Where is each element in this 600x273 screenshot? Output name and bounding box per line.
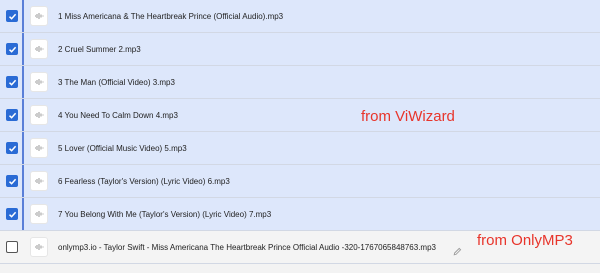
selection-bar bbox=[22, 66, 24, 98]
checkmark-icon bbox=[8, 145, 16, 152]
file-row[interactable]: 5 Lover (Official Music Video) 5.mp3 bbox=[0, 132, 600, 165]
file-name: 1 Miss Americana & The Heartbreak Prince… bbox=[58, 12, 284, 21]
file-name: onlymp3.io - Taylor Swift - Miss America… bbox=[58, 243, 436, 252]
audio-file-icon bbox=[31, 205, 47, 223]
row-checkbox[interactable] bbox=[6, 76, 18, 88]
file-row[interactable]: 2 Cruel Summer 2.mp3 bbox=[0, 33, 600, 66]
annotation-from-onlymp3: from OnlyMP3 bbox=[477, 232, 573, 249]
row-checkbox[interactable] bbox=[6, 10, 18, 22]
audio-file-icon bbox=[31, 7, 47, 25]
file-list: 1 Miss Americana & The Heartbreak Prince… bbox=[0, 0, 600, 264]
file-name: 4 You Need To Calm Down 4.mp3 bbox=[58, 111, 178, 120]
row-checkbox[interactable] bbox=[6, 208, 18, 220]
row-checkbox[interactable] bbox=[6, 175, 18, 187]
audio-file-icon bbox=[31, 73, 47, 91]
checkmark-icon bbox=[8, 79, 16, 86]
annotation-from-viwizard: from ViWizard bbox=[361, 108, 455, 125]
file-row[interactable]: 4 You Need To Calm Down 4.mp3 bbox=[0, 99, 600, 132]
selection-bar bbox=[22, 165, 24, 197]
file-name: 5 Lover (Official Music Video) 5.mp3 bbox=[58, 144, 187, 153]
audio-file-icon bbox=[31, 238, 47, 256]
checkmark-icon bbox=[8, 112, 16, 119]
checkmark-icon bbox=[8, 46, 16, 53]
selection-bar bbox=[22, 33, 24, 65]
row-checkbox[interactable] bbox=[6, 142, 18, 154]
selection-bar bbox=[22, 99, 24, 131]
rename-pencil-icon[interactable] bbox=[453, 243, 462, 261]
audio-file-icon bbox=[31, 172, 47, 190]
checkmark-icon bbox=[8, 13, 16, 20]
row-checkbox[interactable] bbox=[6, 241, 18, 253]
row-checkbox[interactable] bbox=[6, 109, 18, 121]
audio-file-icon bbox=[31, 106, 47, 124]
file-name: 3 The Man (Official Video) 3.mp3 bbox=[58, 78, 175, 87]
file-row[interactable]: 7 You Belong With Me (Taylor's Version) … bbox=[0, 198, 600, 231]
file-row[interactable]: 6 Fearless (Taylor's Version) (Lyric Vid… bbox=[0, 165, 600, 198]
file-name: 2 Cruel Summer 2.mp3 bbox=[58, 45, 141, 54]
audio-file-icon bbox=[31, 139, 47, 157]
selection-bar bbox=[22, 132, 24, 164]
checkmark-icon bbox=[8, 211, 16, 218]
row-checkbox[interactable] bbox=[6, 43, 18, 55]
audio-file-icon bbox=[31, 40, 47, 58]
file-row[interactable]: 1 Miss Americana & The Heartbreak Prince… bbox=[0, 0, 600, 33]
file-name: 6 Fearless (Taylor's Version) (Lyric Vid… bbox=[58, 177, 230, 186]
file-row[interactable]: 3 The Man (Official Video) 3.mp3 bbox=[0, 66, 600, 99]
selection-bar bbox=[22, 198, 24, 230]
file-name: 7 You Belong With Me (Taylor's Version) … bbox=[58, 210, 272, 219]
selection-bar bbox=[22, 0, 24, 32]
checkmark-icon bbox=[8, 178, 16, 185]
